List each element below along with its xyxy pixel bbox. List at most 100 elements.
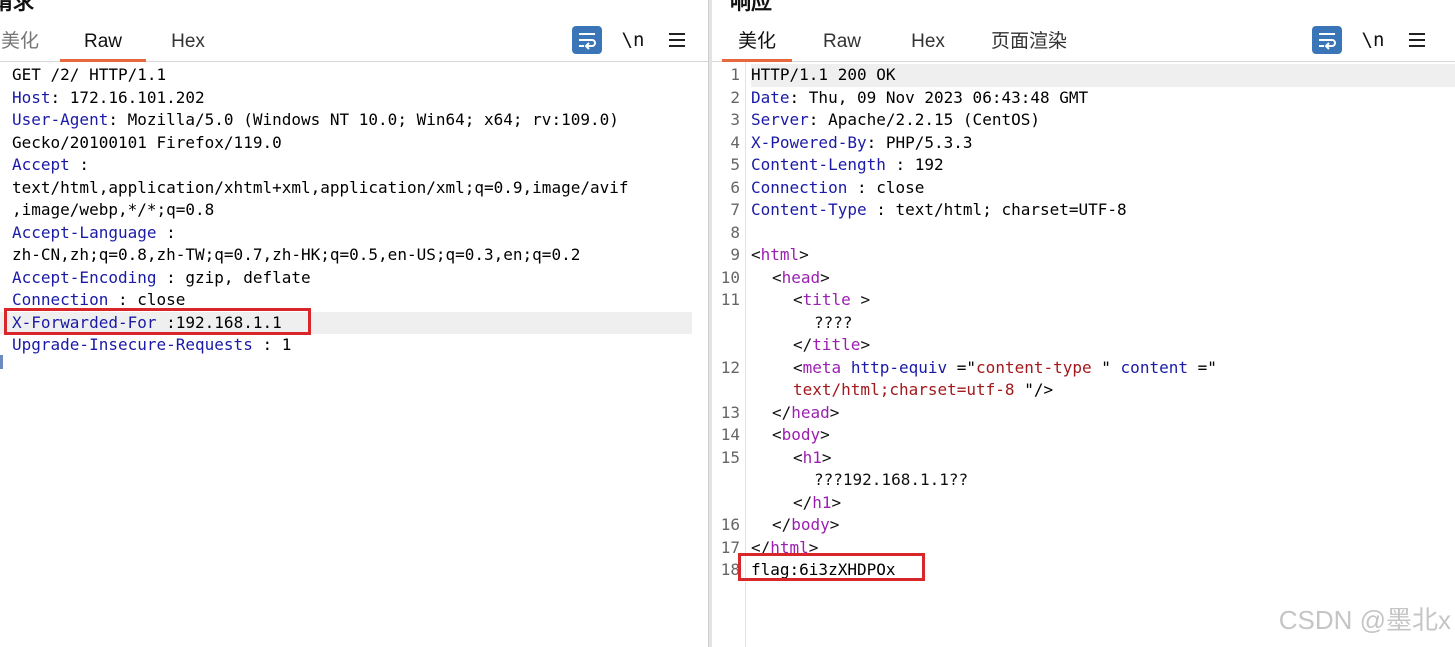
code-line: Accept-Encoding : gzip, deflate [0,267,708,290]
line-number: 12 [720,357,740,377]
header-key: X-Powered-By [751,132,867,152]
line-text: zh-CN,zh;q=0.8,zh-TW;q=0.7,zh-HK;q=0.5,e… [12,245,581,264]
line-number: 18 [720,560,740,579]
header-value: : 1 [252,335,292,354]
show-newlines-button[interactable]: \n [618,26,648,54]
word-wrap-button[interactable] [1312,26,1342,54]
line-number [712,492,740,515]
line-text: text/html,application/xhtml+xml,applicat… [12,177,629,197]
line-number [712,379,740,402]
hamburger-menu-icon [1409,33,1425,47]
show-newlines-button[interactable]: \n [1358,26,1388,54]
html-tag: h1 [802,447,822,467]
html-tag: title [812,335,861,354]
code-line: </h1> [793,492,842,512]
title-text: ???? [814,312,853,332]
html-tag: body [781,425,821,444]
code-line: </body> [772,515,840,534]
header-key: Content-Type [751,200,867,219]
response-editor[interactable]: HTTP/1.1 200 OK Date: Thu, 09 Nov 2023 0… [751,62,1455,647]
html-attr: http-equiv [850,357,948,377]
html-tag: meta [802,357,842,377]
code-line: User-Agent: Mozilla/5.0 (Windows NT 10.0… [0,109,708,132]
code-line: <meta http-equiv ="content-type " conten… [793,357,1217,377]
header-value: : [69,155,90,174]
header-key: Date [751,87,790,107]
tab-hex[interactable]: Hex [898,30,958,62]
code-line: X-Powered-By: PHP/5.3.3 [751,132,1455,155]
h1-text: ???192.168.1.1?? [814,470,969,489]
word-wrap-icon [1319,33,1336,50]
code-line: GET /2/ HTTP/1.1 [0,64,708,87]
code-line: text/html,application/xhtml+xml,applicat… [0,177,708,200]
code-line: text/html;charset=utf-8 "/> [751,379,1455,402]
tab-raw[interactable]: Raw [60,30,146,62]
code-line: ???192.168.1.1?? [751,469,1455,492]
code-line: Host: 172.16.101.202 [0,87,708,110]
code-line: X-Forwarded-For :192.168.1.1 [0,311,692,334]
html-tag: h1 [812,492,832,512]
line-number: 14 [720,425,740,444]
line-text: Gecko/20100101 Firefox/119.0 [12,132,282,152]
line-number: 16 [720,515,740,534]
line-number: 5 [730,155,740,174]
header-value: : Apache/2.2.15 (CentOS) [808,110,1040,129]
code-line: <h1> [793,447,832,467]
menu-button[interactable] [662,26,692,54]
request-tabbar: 美化 Raw Hex \n [0,0,708,62]
code-line: Content-Length : 192 [751,154,1455,177]
line-number: 15 [720,447,740,467]
code-line: </html> [751,537,819,557]
request-pane: 请求 美化 Raw Hex \n GET /2/ HTTP/1.1 Host: 1… [0,0,708,647]
code-line: Connection : close [0,289,708,312]
response-tabbar: 美化 Raw Hex 页面渲染 \n [712,0,1455,62]
line-number: 17 [720,537,740,557]
code-line: </head> [772,402,840,422]
line-number: 8 [730,222,740,242]
code-line: zh-CN,zh;q=0.8,zh-TW;q=0.7,zh-HK;q=0.5,e… [0,244,708,267]
code-line: Content-Type : text/html; charset=UTF-8 [751,199,1455,222]
tab-pretty[interactable]: 美化 [722,30,792,62]
request-editor[interactable]: GET /2/ HTTP/1.1 Host: 172.16.101.202 User… [0,62,708,647]
header-key: Server [751,110,809,129]
header-value: : 192 [885,155,944,174]
fold-marker [0,355,3,369]
line-number [712,334,740,357]
code-line: Upgrade-Insecure-Requests : 1 [0,334,708,357]
tab-render[interactable]: 页面渲染 [984,30,1074,62]
code-line: Server: Apache/2.2.15 (CentOS) [751,109,1455,132]
code-line: <body> [772,425,830,444]
header-key: Upgrade-Insecure-Requests [12,335,253,354]
header-key: Accept-Language [12,222,157,242]
menu-button[interactable] [1402,26,1432,54]
html-tag: html [760,245,800,264]
code-line: <head> [772,267,830,287]
header-key: Accept-Encoding [12,267,157,287]
html-punct: "/> [1014,380,1054,399]
html-punct: =" [1187,357,1217,377]
flag-text: flag:6i3zXHDPOx [751,560,896,579]
line-text: GET /2/ HTTP/1.1 [12,65,167,84]
tab-hex[interactable]: Hex [158,30,218,62]
html-attr-value: content-type [976,357,1092,377]
header-value: : PHP/5.3.3 [866,132,973,152]
header-key: User-Agent [12,110,109,129]
header-value: : text/html; charset=UTF-8 [866,200,1127,219]
tab-raw[interactable]: Raw [812,30,872,62]
tab-pretty[interactable]: 美化 [0,30,46,62]
header-key: Connection [751,177,848,197]
line-number: 7 [730,200,740,219]
header-value: : close [847,177,925,197]
line-number: 3 [730,110,740,129]
line-text: ,image/webp,*/*;q=0.8 [12,200,215,219]
line-number: 13 [720,402,740,422]
line-number: 4 [730,132,740,152]
html-attr: content [1120,357,1188,377]
code-line: Accept-Language : [0,222,708,245]
word-wrap-button[interactable] [572,26,602,54]
html-tag: title [802,290,851,309]
code-line: Date: Thu, 09 Nov 2023 06:43:48 GMT [751,87,1455,110]
line-number [712,312,740,335]
code-line: <html> [751,245,809,264]
status-line: HTTP/1.1 200 OK [751,65,896,84]
